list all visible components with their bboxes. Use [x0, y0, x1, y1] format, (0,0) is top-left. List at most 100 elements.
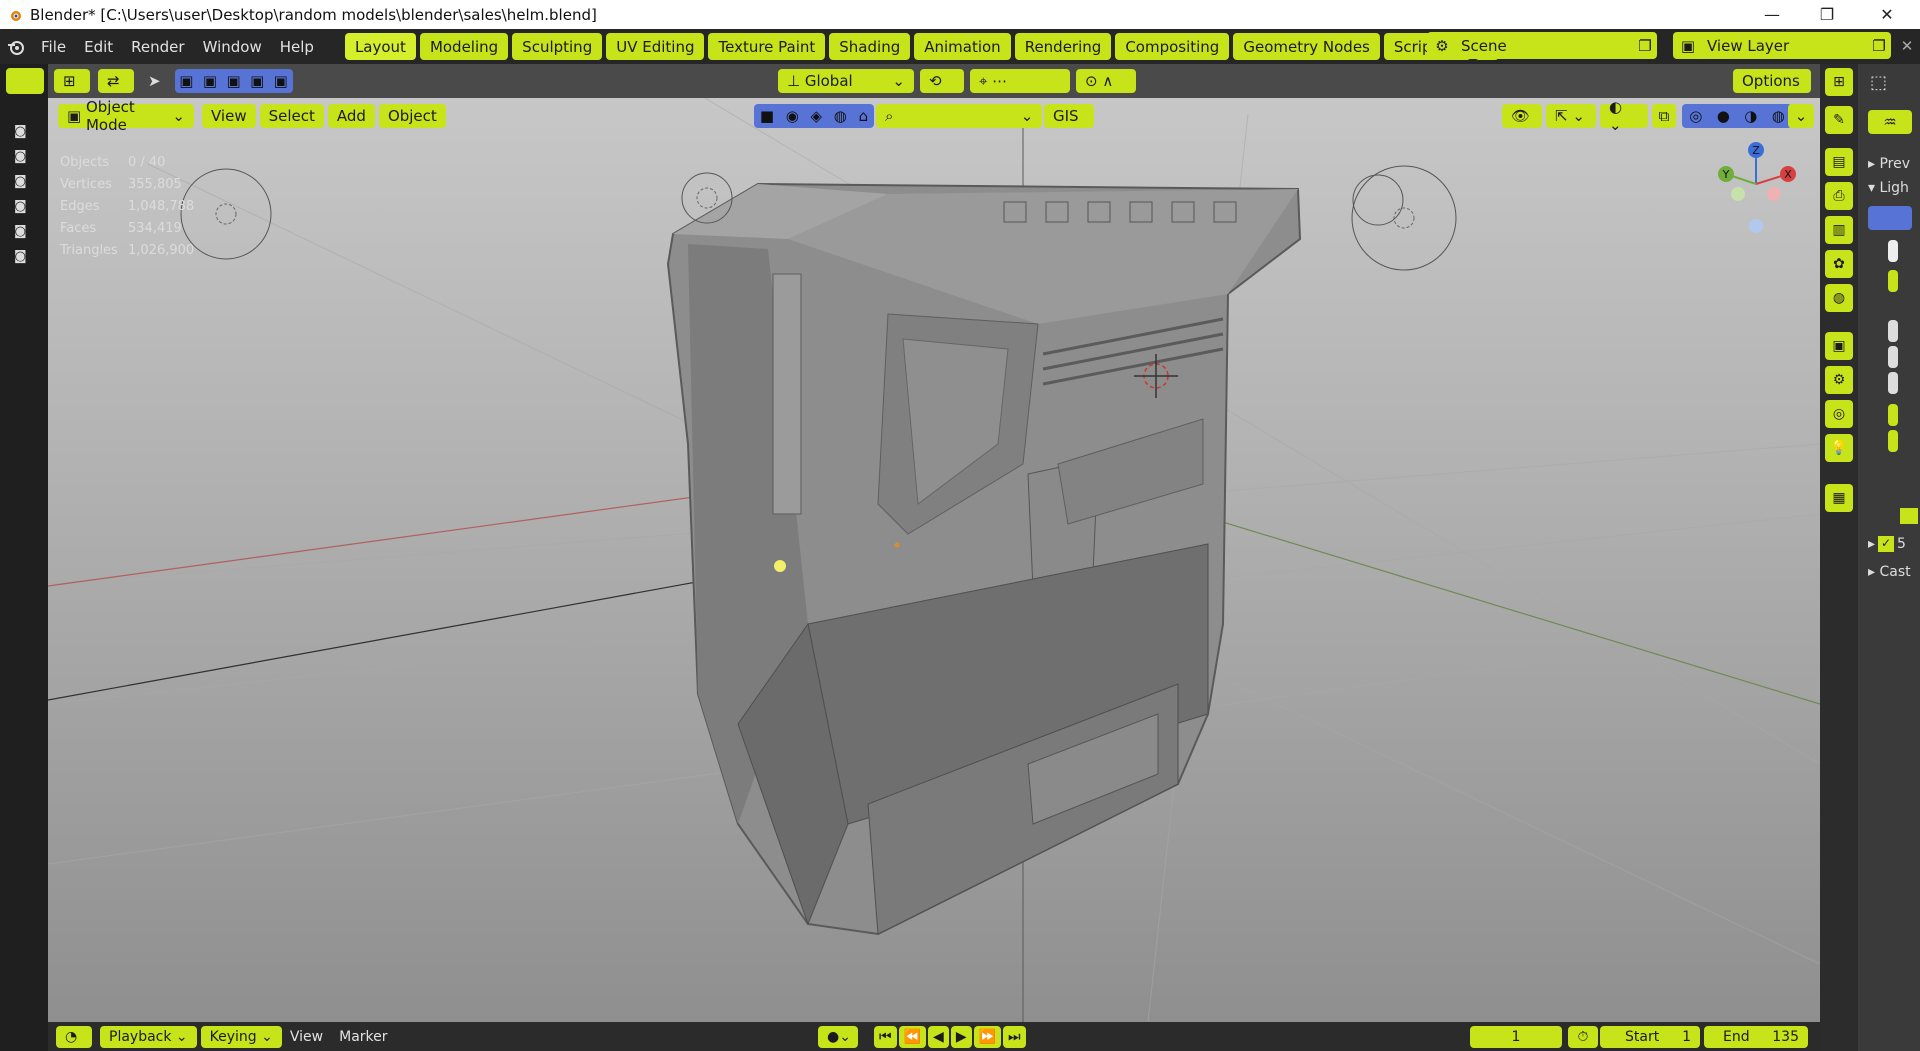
- playback-dropdown[interactable]: Playback ⌄: [100, 1025, 197, 1048]
- render-tab-icon[interactable]: ▤: [1825, 148, 1853, 176]
- light-panel-header[interactable]: ▾ Ligh: [1868, 180, 1909, 196]
- end-frame-field[interactable]: End 135: [1704, 1025, 1808, 1048]
- output-tab-icon[interactable]: ⎙: [1825, 182, 1853, 210]
- solid-icon[interactable]: ●: [1717, 107, 1730, 125]
- camera-icon[interactable]: ◙: [14, 199, 32, 214]
- view-layer-selector[interactable]: ▣ View Layer ❐: [1673, 32, 1891, 59]
- prev-keyframe-icon[interactable]: ⏪: [898, 1025, 927, 1048]
- light-type-button[interactable]: ♒: [1868, 110, 1912, 134]
- texture-tab-icon[interactable]: ▦: [1825, 484, 1853, 512]
- world-tab-icon[interactable]: ◍: [1825, 284, 1853, 312]
- jump-start-icon[interactable]: ⏮: [874, 1025, 897, 1048]
- shading-mode-group[interactable]: ◎ ● ◑ ◍: [1682, 104, 1792, 128]
- add-menu[interactable]: Add: [327, 104, 375, 128]
- object-menu[interactable]: Object: [378, 104, 446, 128]
- value-field[interactable]: [1888, 320, 1898, 342]
- pivot-point-dropdown[interactable]: ⟲: [920, 69, 964, 93]
- gis-icon[interactable]: ◈: [811, 107, 823, 125]
- camera-icon[interactable]: ◙: [14, 249, 32, 264]
- view-menu[interactable]: View: [202, 104, 256, 128]
- value-field[interactable]: [1888, 270, 1898, 292]
- tab-modeling[interactable]: Modeling: [419, 33, 509, 60]
- select-arrow-icon[interactable]: ➤: [148, 72, 161, 90]
- light-data-icon[interactable]: ⬚: [1870, 72, 1916, 98]
- camera-icon[interactable]: ◙: [14, 124, 32, 139]
- editor-type-button[interactable]: ⊞: [1825, 68, 1853, 96]
- mode-dropdown[interactable]: ▣ Object Mode ⌄: [58, 98, 194, 134]
- transform-orientation-dropdown[interactable]: ⊥ Global ⌄: [778, 69, 914, 93]
- material-icon[interactable]: ◑: [1744, 107, 1757, 125]
- value-field[interactable]: [1888, 372, 1898, 394]
- shadow-panel-header[interactable]: ▸ ✓ 5: [1868, 536, 1906, 552]
- snap-toggle[interactable]: ⌖ ⋯: [970, 69, 1070, 93]
- color-swatch[interactable]: [1900, 508, 1918, 524]
- editor-type-button[interactable]: [6, 68, 44, 94]
- checkbox[interactable]: ✓: [1878, 536, 1895, 552]
- color-field[interactable]: [1888, 240, 1898, 262]
- camera-icon[interactable]: ◙: [14, 174, 32, 189]
- menu-edit[interactable]: Edit: [75, 38, 122, 56]
- editor-type-button[interactable]: ⊞: [54, 69, 90, 93]
- 3d-viewport[interactable]: ⊞ ⇄ ➤ ▣ ▣ ▣ ▣ ▣ ⊥ Global ⌄ ⟲ ⌖ ⋯ ⊙ ∧ Options…: [48, 64, 1820, 1022]
- gis-icon[interactable]: ■: [760, 107, 774, 125]
- auto-keying-toggle[interactable]: ●⌄: [818, 1025, 858, 1048]
- tab-rendering[interactable]: Rendering: [1014, 33, 1112, 60]
- tab-texture-paint[interactable]: Texture Paint: [708, 33, 826, 60]
- scene-tab-icon[interactable]: ✿: [1825, 250, 1853, 278]
- value-field[interactable]: [1888, 346, 1898, 368]
- modifier-tab-icon[interactable]: ⚙: [1825, 366, 1853, 394]
- play-reverse-icon[interactable]: ◀: [928, 1025, 949, 1048]
- current-frame-field[interactable]: 1: [1470, 1025, 1562, 1048]
- view-layer-tab-icon[interactable]: ▥: [1825, 216, 1853, 244]
- copy-icon[interactable]: ❐: [1633, 37, 1657, 55]
- timeline-view-menu[interactable]: View: [282, 1029, 331, 1045]
- rendered-icon[interactable]: ◍: [1772, 107, 1785, 125]
- options-dropdown[interactable]: Options: [1733, 69, 1811, 93]
- gizmo-neg-z[interactable]: [1749, 219, 1763, 233]
- object-tab-icon[interactable]: ▣: [1825, 332, 1853, 360]
- next-keyframe-icon[interactable]: ⏩: [973, 1025, 1002, 1048]
- tool-settings-button[interactable]: ⇄: [98, 69, 134, 93]
- tab-uv-editing[interactable]: UV Editing: [606, 33, 705, 60]
- keying-dropdown[interactable]: Keying ⌄: [200, 1025, 282, 1048]
- menu-help[interactable]: Help: [271, 38, 323, 56]
- select-new-icon[interactable]: ▣: [179, 72, 193, 90]
- menu-window[interactable]: Window: [194, 38, 271, 56]
- value-field[interactable]: [1888, 430, 1898, 452]
- selection-mode-group[interactable]: ▣ ▣ ▣ ▣ ▣: [174, 69, 293, 93]
- overlay-toggle[interactable]: ◐ ⌄: [1600, 98, 1648, 134]
- gis-menu[interactable]: GIS: [1044, 104, 1094, 128]
- select-extend-icon[interactable]: ▣: [203, 72, 217, 90]
- menu-file[interactable]: File: [32, 38, 75, 56]
- value-field[interactable]: [1888, 404, 1898, 426]
- jump-end-icon[interactable]: ⏭: [1003, 1025, 1026, 1048]
- navigation-gizmo[interactable]: Z X Y: [1708, 136, 1798, 236]
- tab-geometry-nodes[interactable]: Geometry Nodes: [1233, 33, 1380, 60]
- menu-render[interactable]: Render: [122, 38, 193, 56]
- select-invert-icon[interactable]: ▣: [250, 72, 264, 90]
- light-type-selector[interactable]: [1868, 206, 1912, 230]
- light-tab-icon[interactable]: 💡: [1825, 434, 1853, 462]
- gizmo-neg-y[interactable]: [1731, 187, 1745, 201]
- maximize-button[interactable]: ❐: [1800, 0, 1854, 29]
- gis-icon[interactable]: ◉: [786, 107, 799, 125]
- globe-icon[interactable]: ◍: [834, 107, 847, 125]
- select-menu[interactable]: Select: [259, 104, 324, 128]
- chevron-down-icon[interactable]: ⌄: [1014, 104, 1040, 128]
- play-icon[interactable]: ▶: [950, 1025, 972, 1048]
- tool-tab-icon[interactable]: ✎: [1825, 106, 1853, 134]
- start-frame-field[interactable]: Start 1: [1600, 1025, 1700, 1048]
- gizmo-neg-x[interactable]: [1767, 187, 1781, 201]
- xray-toggle[interactable]: ⧉: [1652, 104, 1676, 128]
- gizmo-toggle[interactable]: ⇱ ⌄: [1546, 104, 1596, 128]
- gis-tools-group[interactable]: ■ ◉ ◈ ◍ ⌂: [754, 104, 874, 128]
- copy-icon[interactable]: ❐: [1867, 37, 1891, 55]
- tab-sculpting[interactable]: Sculpting: [512, 33, 603, 60]
- tab-layout[interactable]: Layout: [344, 33, 416, 60]
- close-window-button[interactable]: ✕: [1860, 0, 1914, 29]
- physics-tab-icon[interactable]: ◎: [1825, 400, 1853, 428]
- wireframe-icon[interactable]: ◎: [1689, 107, 1702, 125]
- remove-view-layer-icon[interactable]: ✕: [1894, 32, 1920, 59]
- caustics-panel-header[interactable]: ▸ Cast: [1868, 564, 1911, 580]
- chevron-down-icon[interactable]: ⌄: [1788, 104, 1814, 128]
